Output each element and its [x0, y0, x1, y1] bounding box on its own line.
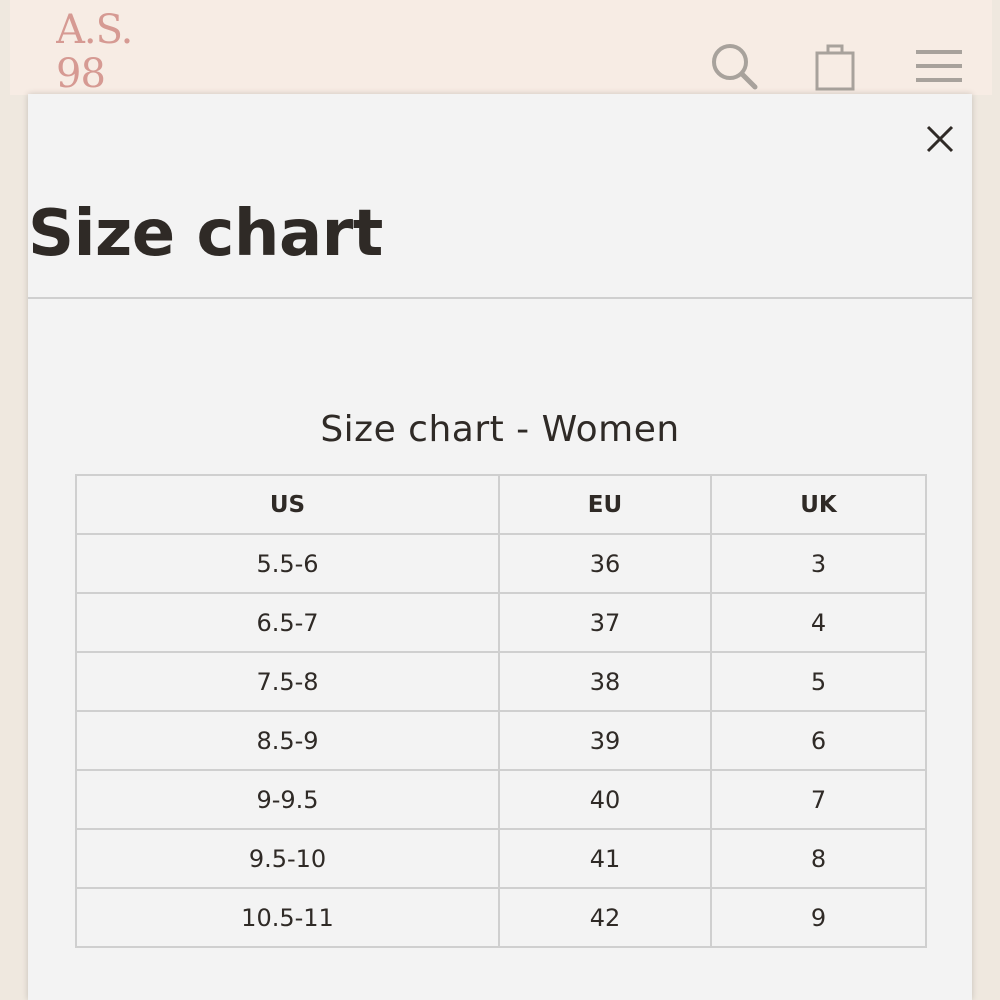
table-row: 7.5-8 38 5 [75, 651, 927, 712]
table-row: 8.5-9 39 6 [75, 710, 927, 771]
search-button[interactable] [706, 38, 762, 94]
site-header: A.S. 98 [10, 0, 992, 95]
hamburger-menu-icon [916, 50, 962, 82]
cell-uk: 5 [710, 651, 927, 712]
cell-uk: 6 [710, 710, 927, 771]
cell-us: 9-9.5 [75, 769, 500, 830]
cart-button[interactable] [807, 38, 863, 94]
modal-title: Size chart [28, 197, 383, 271]
cell-us: 9.5-10 [75, 828, 500, 889]
close-button[interactable] [920, 119, 960, 159]
size-table: US EU UK 5.5-6 36 3 6.5-7 37 4 7.5-8 38 … [75, 474, 927, 948]
size-chart-heading: Size chart - Women [320, 409, 680, 450]
logo-line-1: A.S. [56, 8, 133, 53]
menu-button[interactable] [911, 38, 967, 94]
column-header-uk: UK [710, 474, 927, 535]
cell-eu: 41 [498, 828, 712, 889]
cell-us: 6.5-7 [75, 592, 500, 653]
table-row: 10.5-11 42 9 [75, 887, 927, 948]
logo-line-2: 98 [56, 51, 106, 95]
cell-uk: 9 [710, 887, 927, 948]
cell-uk: 4 [710, 592, 927, 653]
cell-uk: 7 [710, 769, 927, 830]
cell-eu: 39 [498, 710, 712, 771]
cell-eu: 38 [498, 651, 712, 712]
column-header-eu: EU [498, 474, 712, 535]
cell-eu: 36 [498, 533, 712, 594]
cell-uk: 8 [710, 828, 927, 889]
table-header-row: US EU UK [75, 474, 927, 535]
size-chart-modal: Size chart Size chart - Women US EU UK 5… [28, 94, 972, 1000]
table-row: 6.5-7 37 4 [75, 592, 927, 653]
table-row: 9-9.5 40 7 [75, 769, 927, 830]
close-icon [926, 125, 954, 153]
column-header-us: US [75, 474, 500, 535]
cell-us: 8.5-9 [75, 710, 500, 771]
brand-logo[interactable]: A.S. 98 [56, 8, 146, 95]
shopping-bag-icon [815, 44, 855, 91]
cell-eu: 42 [498, 887, 712, 948]
title-divider [28, 297, 972, 299]
cell-us: 7.5-8 [75, 651, 500, 712]
page-background: A.S. 98 Size chart Size chart - Women US… [0, 0, 1000, 1000]
table-row: 5.5-6 36 3 [75, 533, 927, 594]
table-row: 9.5-10 41 8 [75, 828, 927, 889]
cell-us: 5.5-6 [75, 533, 500, 594]
cell-us: 10.5-11 [75, 887, 500, 948]
cell-eu: 40 [498, 769, 712, 830]
cell-uk: 3 [710, 533, 927, 594]
search-icon [712, 44, 758, 90]
cell-eu: 37 [498, 592, 712, 653]
